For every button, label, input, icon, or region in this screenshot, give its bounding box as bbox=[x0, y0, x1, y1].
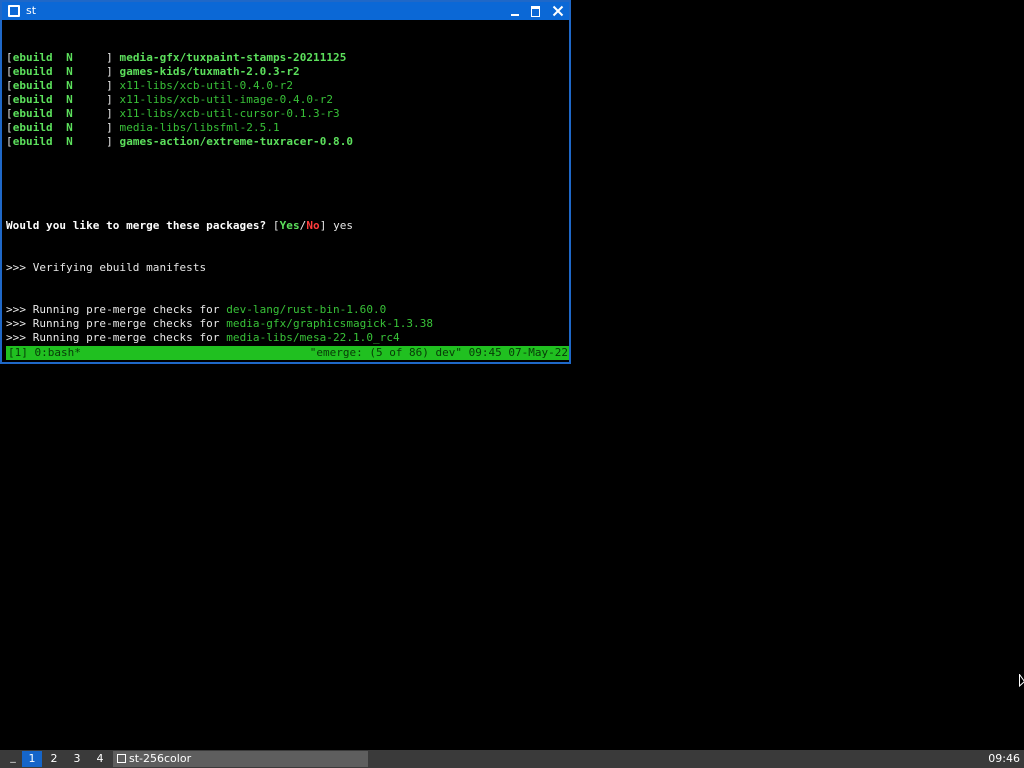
ebuild-bracket-open: [ bbox=[6, 51, 13, 64]
ebuild-package: x11-libs/xcb-util-0.4.0-r2 bbox=[119, 79, 294, 92]
ebuild-package: x11-libs/xcb-util-cursor-0.1.3-r3 bbox=[119, 107, 340, 120]
check-line: >>> Running pre-merge checks for dev-lan… bbox=[6, 303, 569, 317]
prompt-bracket-open: [ bbox=[272, 219, 280, 232]
ebuild-bracket-close: ] bbox=[106, 79, 113, 92]
window-icon[interactable] bbox=[8, 5, 20, 17]
ebuild-package: media-libs/libsfml-2.5.1 bbox=[119, 121, 280, 134]
tmux-status-right: "emerge: (5 of 86) dev" 09:45 07-May-22 bbox=[309, 346, 568, 359]
terminal-window[interactable]: st [ebuild N ] media-gfx/tuxpaint-stamps… bbox=[0, 0, 571, 364]
ebuild-bracket-close: ] bbox=[106, 107, 113, 120]
check-prefix: >>> Running pre-merge checks for bbox=[6, 303, 220, 316]
taskbar-task-st[interactable]: st-256color bbox=[113, 751, 368, 767]
ebuild-flag: N bbox=[66, 79, 73, 92]
ebuild-line: [ebuild N ] games-action/extreme-tuxrace… bbox=[6, 135, 569, 149]
ebuild-keyword: ebuild bbox=[12, 135, 53, 148]
ebuild-bracket-open: [ bbox=[6, 65, 13, 78]
ebuild-flag: N bbox=[66, 107, 73, 120]
ebuild-bracket-open: [ bbox=[6, 93, 13, 106]
ebuild-flag: N bbox=[66, 65, 73, 78]
close-icon[interactable] bbox=[552, 5, 564, 17]
ebuild-line: [ebuild N ] media-libs/libsfml-2.5.1 bbox=[6, 121, 569, 135]
prompt-question: Would you like to merge these packages? bbox=[6, 219, 267, 232]
ebuild-line: [ebuild N ] games-kids/tuxmath-2.0.3-r2 bbox=[6, 65, 569, 79]
check-package: dev-lang/rust-bin-1.60.0 bbox=[226, 303, 387, 316]
check-package: media-gfx/graphicsmagick-1.3.38 bbox=[226, 317, 434, 330]
prompt-bracket-close: ] bbox=[319, 219, 327, 232]
mouse-pointer-icon bbox=[1019, 672, 1024, 692]
workspace-1-button[interactable]: 1 bbox=[22, 751, 42, 767]
ebuild-line: [ebuild N ] x11-libs/xcb-util-image-0.4.… bbox=[6, 93, 569, 107]
window-icon bbox=[117, 754, 126, 763]
check-prefix: >>> Running pre-merge checks for bbox=[6, 317, 220, 330]
ebuild-line: [ebuild N ] x11-libs/xcb-util-0.4.0-r2 bbox=[6, 79, 569, 93]
terminal-output[interactable]: [ebuild N ] media-gfx/tuxpaint-stamps-20… bbox=[6, 23, 569, 344]
workspace-4-button[interactable]: 4 bbox=[90, 751, 110, 767]
ebuild-keyword: ebuild bbox=[12, 65, 53, 78]
ebuild-bracket-open: [ bbox=[6, 135, 13, 148]
ebuild-keyword: ebuild bbox=[12, 107, 53, 120]
check-prefix: >>> Running pre-merge checks for bbox=[6, 331, 220, 344]
taskbar-menu-button[interactable]: _ bbox=[6, 750, 20, 768]
taskbar-clock: 09:46 bbox=[988, 752, 1020, 765]
ebuild-flag: N bbox=[66, 135, 73, 148]
ebuild-keyword: ebuild bbox=[12, 93, 53, 106]
ebuild-package: games-action/extreme-tuxracer-0.8.0 bbox=[119, 135, 354, 148]
ebuild-flag: N bbox=[66, 93, 73, 106]
taskbar-task-label: st-256color bbox=[129, 752, 192, 765]
check-line: >>> Running pre-merge checks for media-g… bbox=[6, 317, 569, 331]
taskbar: _ 1 2 3 4 st-256color 09:46 bbox=[0, 750, 1024, 768]
ebuild-bracket-close: ] bbox=[106, 121, 113, 134]
ebuild-package: games-kids/tuxmath-2.0.3-r2 bbox=[119, 65, 300, 78]
prompt-answer: yes bbox=[333, 219, 354, 232]
ebuild-keyword: ebuild bbox=[12, 121, 53, 134]
window-title: st bbox=[26, 4, 37, 17]
ebuild-package: x11-libs/xcb-util-image-0.4.0-r2 bbox=[119, 93, 334, 106]
workspace-2-button[interactable]: 2 bbox=[44, 751, 64, 767]
ebuild-line: [ebuild N ] media-gfx/tuxpaint-stamps-20… bbox=[6, 51, 569, 65]
ebuild-bracket-close: ] bbox=[106, 93, 113, 106]
ebuild-bracket-open: [ bbox=[6, 121, 13, 134]
check-package: media-libs/mesa-22.1.0_rc4 bbox=[226, 331, 400, 344]
tmux-window-list: [1] 0:bash* bbox=[8, 346, 81, 359]
ebuild-bracket-close: ] bbox=[106, 135, 113, 148]
prompt-yes: Yes bbox=[279, 219, 300, 232]
check-line: >>> Running pre-merge checks for media-l… bbox=[6, 331, 569, 344]
minimize-icon[interactable] bbox=[509, 5, 521, 17]
ebuild-bracket-close: ] bbox=[106, 51, 113, 64]
ebuild-bracket-open: [ bbox=[6, 79, 13, 92]
check-list: >>> Running pre-merge checks for dev-lan… bbox=[6, 303, 569, 344]
prompt-no: No bbox=[306, 219, 320, 232]
ebuild-keyword: ebuild bbox=[12, 51, 53, 64]
ebuild-keyword: ebuild bbox=[12, 79, 53, 92]
ebuild-flag: N bbox=[66, 51, 73, 64]
workspace-3-button[interactable]: 3 bbox=[67, 751, 87, 767]
ebuild-flag: N bbox=[66, 121, 73, 134]
verify-line: >>> Verifying ebuild manifests bbox=[6, 261, 207, 274]
merge-prompt: Would you like to merge these packages? … bbox=[6, 219, 569, 233]
tmux-status-bar: [1] 0:bash* "emerge: (5 of 86) dev" 09:4… bbox=[6, 346, 569, 360]
window-titlebar[interactable]: st bbox=[2, 2, 569, 20]
ebuild-package: media-gfx/tuxpaint-stamps-20211125 bbox=[119, 51, 347, 64]
ebuild-list: [ebuild N ] media-gfx/tuxpaint-stamps-20… bbox=[6, 51, 569, 149]
ebuild-line: [ebuild N ] x11-libs/xcb-util-cursor-0.1… bbox=[6, 107, 569, 121]
maximize-icon[interactable] bbox=[530, 5, 542, 17]
ebuild-bracket-open: [ bbox=[6, 107, 13, 120]
ebuild-bracket-close: ] bbox=[106, 65, 113, 78]
